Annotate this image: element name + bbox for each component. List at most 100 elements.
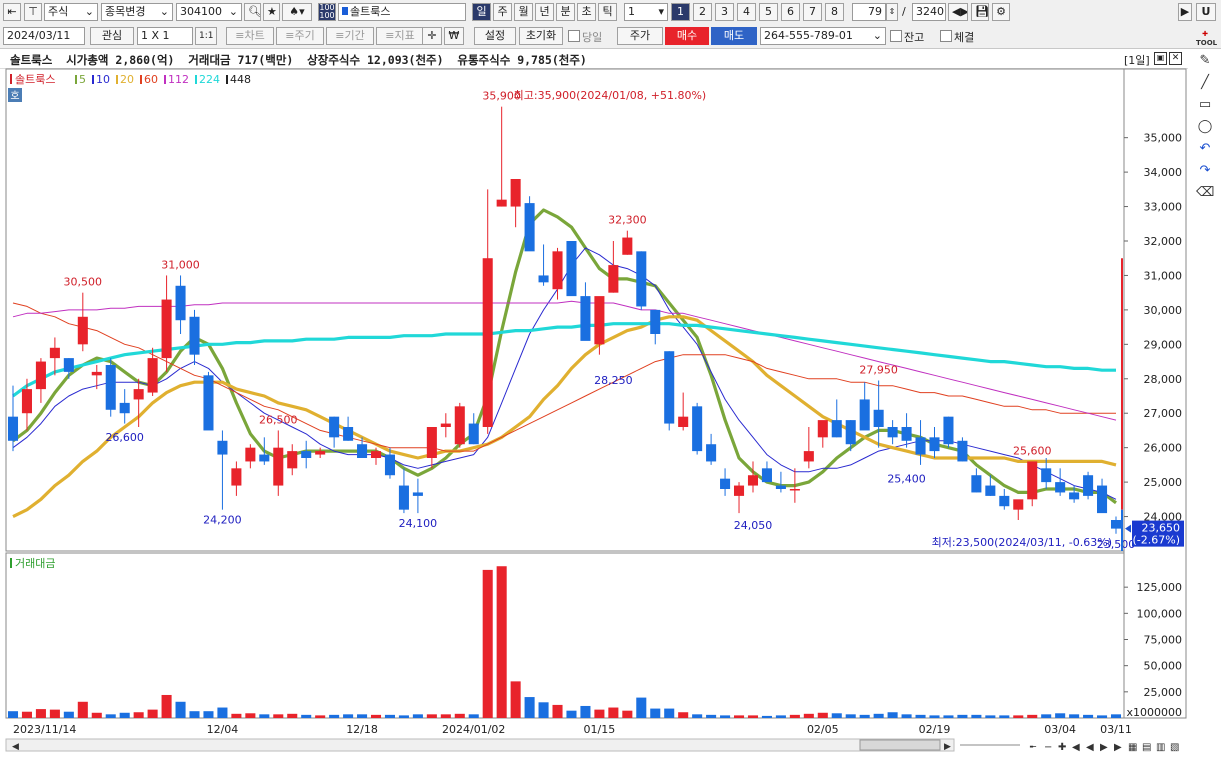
period-button[interactable]: ≡기간 xyxy=(326,27,374,45)
erase-all-icon[interactable]: ⌫ xyxy=(1196,184,1214,202)
reset-button[interactable]: 초기화 xyxy=(519,27,563,45)
period-tab-5[interactable]: 초 xyxy=(577,3,596,21)
candle-body xyxy=(580,296,591,341)
settings-button[interactable]: 설정 xyxy=(474,27,516,45)
page-tab-4[interactable]: 4 xyxy=(737,3,756,21)
period-tab-4[interactable]: 분 xyxy=(556,3,575,21)
stock-name: 솔트룩스 xyxy=(350,5,391,18)
candle-body xyxy=(21,389,32,414)
candle-body xyxy=(650,309,661,334)
candle-body xyxy=(957,440,968,462)
y-tick-label: 26,000 xyxy=(1144,442,1183,455)
pencil-icon[interactable]: ✎ xyxy=(1196,52,1214,70)
candle-body xyxy=(859,399,870,431)
crosshair-icon[interactable]: ✛ xyxy=(422,27,442,45)
rectangle-icon[interactable]: ▭ xyxy=(1196,96,1214,114)
page-tab-2[interactable]: 2 xyxy=(693,3,712,21)
stock-marker-icon xyxy=(342,7,348,15)
sameday-checkbox[interactable] xyxy=(568,30,580,42)
cycle-button[interactable]: ≡주기 xyxy=(276,27,324,45)
balance-checkbox[interactable] xyxy=(890,30,902,42)
page-tab-1[interactable]: 1 xyxy=(671,3,690,21)
candle-body xyxy=(720,478,731,489)
candle-body xyxy=(315,451,326,455)
search-icon[interactable]: 🔍︎ xyxy=(244,3,261,21)
candle-body xyxy=(454,406,465,445)
user-icon[interactable]: U xyxy=(1196,3,1216,21)
volume-bar xyxy=(370,714,382,718)
page-tab-3[interactable]: 3 xyxy=(715,3,734,21)
account-select[interactable]: 264-555-789-01 ⌄ xyxy=(760,27,886,45)
close-icon[interactable]: ✕ xyxy=(1169,52,1182,65)
legend-ma-label: 10 xyxy=(96,73,110,86)
volume-bar xyxy=(119,712,130,718)
page-tab-5[interactable]: 5 xyxy=(759,3,778,21)
grid-select[interactable]: 1 X 1 xyxy=(137,27,193,45)
fill-checkbox[interactable] xyxy=(940,30,952,42)
volume-bar xyxy=(943,715,954,718)
volume-bar xyxy=(803,713,814,718)
period-tab-6[interactable]: 틱 xyxy=(598,3,617,21)
candle-body xyxy=(943,416,954,445)
volume-bar xyxy=(901,714,912,718)
redo-icon[interactable]: ↷ xyxy=(1196,162,1214,180)
count-input[interactable]: 79 xyxy=(852,3,886,21)
undo-icon[interactable]: ↶ xyxy=(1196,140,1214,158)
date-input[interactable]: 2024/03/11 xyxy=(3,27,85,45)
period-tab-2[interactable]: 월 xyxy=(514,3,533,21)
y-tick-label: 27,000 xyxy=(1144,407,1183,420)
volume-bar xyxy=(566,710,577,718)
volume-bar xyxy=(217,707,228,718)
interest-button[interactable]: 관심 xyxy=(90,27,134,45)
nav-prev-icon: ◀ xyxy=(1086,742,1094,753)
volume-bar xyxy=(482,569,493,718)
indicator-button[interactable]: ≡지표 xyxy=(376,27,424,45)
volume-bar xyxy=(189,711,200,718)
gear-icon[interactable]: ⚙ xyxy=(992,3,1010,21)
maximize-icon[interactable]: ▣ xyxy=(1154,52,1167,65)
legend-marker xyxy=(10,74,12,84)
star-icon[interactable]: ★ xyxy=(263,3,280,21)
volume-tick-label: 25,000 xyxy=(1144,686,1183,699)
one-one-button[interactable]: 1:1 xyxy=(195,27,217,45)
price-annotation: 32,300 xyxy=(608,214,647,227)
market-select[interactable]: 주식 ⌄ xyxy=(44,3,98,21)
circle-icon[interactable]: ◯ xyxy=(1196,118,1214,136)
y-tick-label: 33,000 xyxy=(1144,201,1183,214)
save-icon[interactable]: 💾︎ xyxy=(971,3,989,21)
candle-body xyxy=(1041,468,1052,483)
buy-button[interactable]: 매수 xyxy=(665,27,709,45)
won-icon[interactable]: ₩ xyxy=(444,27,464,45)
stock-name-field[interactable]: 솔트룩스 xyxy=(338,3,466,21)
candle-body xyxy=(426,427,437,458)
market-value: 주식 xyxy=(48,5,69,18)
pin-icon[interactable]: ⇤ xyxy=(3,3,21,21)
zoom-slider-icon: ╾ xyxy=(1029,742,1037,753)
page-tab-6[interactable]: 6 xyxy=(781,3,800,21)
line-icon[interactable]: ╱ xyxy=(1196,74,1214,92)
chart-grid-icon[interactable]: 100 100 xyxy=(318,3,336,21)
scroll-left-icon[interactable]: ◀▶ xyxy=(948,3,968,21)
page-tab-8[interactable]: 8 xyxy=(825,3,844,21)
prev-icon[interactable]: ▶ xyxy=(1178,3,1192,21)
chart-button[interactable]: ≡차트 xyxy=(226,27,274,45)
sort-icon[interactable]: ⊤ xyxy=(24,3,42,21)
volume-bar xyxy=(357,714,368,718)
tool-menu-icon[interactable]: ✚ TOOL xyxy=(1196,30,1217,48)
code-input[interactable]: 304100 ⌄ xyxy=(176,3,242,21)
sell-button[interactable]: 매도 xyxy=(711,27,757,45)
page-tab-7[interactable]: 7 xyxy=(803,3,822,21)
volume-bar xyxy=(524,697,535,718)
period-tab-1[interactable]: 주 xyxy=(493,3,512,21)
price-button[interactable]: 주가 xyxy=(617,27,663,45)
interval-select[interactable]: 1 ▾ xyxy=(624,3,668,21)
candle-body xyxy=(929,437,940,452)
period-tab-0[interactable]: 일 xyxy=(472,3,491,21)
spade-icon[interactable]: ♠▾ xyxy=(282,3,312,21)
mode-select[interactable]: 종목변경 ⌄ xyxy=(101,3,173,21)
scroll-thumb xyxy=(859,739,941,751)
y-tick-label: 31,000 xyxy=(1144,269,1183,282)
period-tab-3[interactable]: 년 xyxy=(535,3,554,21)
code-value: 304100 xyxy=(180,5,222,18)
count-spin-icon[interactable]: ⇕ xyxy=(886,3,898,21)
